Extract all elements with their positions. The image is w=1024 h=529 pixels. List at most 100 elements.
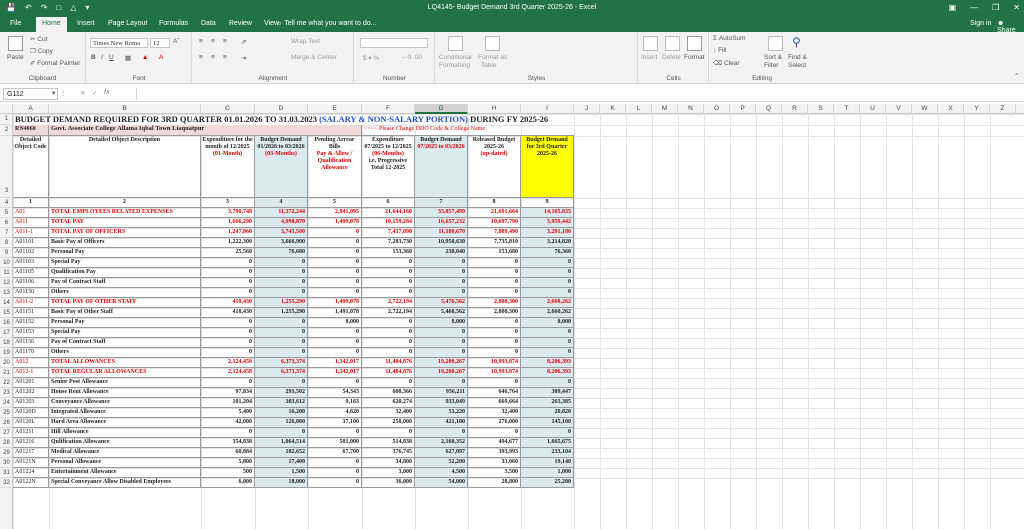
row-value[interactable]: 145,100 (521, 418, 574, 428)
row-value[interactable]: 76,680 (255, 248, 308, 258)
header-object-code[interactable]: Detailed Object Code (13, 136, 49, 198)
column-header-e[interactable]: E (308, 104, 362, 114)
cancel-entry-icon[interactable]: ⋮ (60, 89, 67, 97)
row-value[interactable]: 0 (201, 348, 255, 358)
row-value[interactable]: 10,993,874 (468, 368, 521, 378)
row-value[interactable]: 0 (201, 288, 255, 298)
row-code-a01224[interactable]: A01224 (13, 468, 49, 478)
row-header-11[interactable]: 11 (0, 268, 13, 278)
tab-file[interactable]: File (10, 20, 21, 27)
row-code-a01[interactable]: A01 (13, 208, 49, 218)
row-value[interactable]: 418,430 (201, 298, 255, 308)
column-header-j[interactable]: J (574, 104, 600, 114)
header-budget-demand-3m[interactable]: Budget Demand 01/2026 to 03/2026 (03-Mont… (255, 136, 308, 198)
row-value[interactable]: 18,000 (255, 478, 308, 488)
conditional-formatting-icon[interactable] (448, 36, 463, 51)
row-value[interactable]: 19,140 (521, 458, 574, 468)
row-desc[interactable]: Special Pay (49, 328, 201, 338)
formula-input[interactable] (136, 88, 1016, 100)
row-desc[interactable]: House Rent Allowance (49, 388, 201, 398)
row-value[interactable]: 1,255,290 (255, 298, 308, 308)
row-value[interactable]: 0 (362, 348, 415, 358)
row-value[interactable]: 0 (468, 328, 521, 338)
row-value[interactable]: 1,500 (255, 468, 308, 478)
row-code-a01203[interactable]: A01203 (13, 398, 49, 408)
column-header-r[interactable]: R (782, 104, 808, 114)
row-code-a0122n[interactable]: A0122N (13, 478, 49, 488)
row-value[interactable]: 2,841,095 (308, 208, 362, 218)
bold-icon[interactable]: B (91, 54, 96, 61)
row-value[interactable]: 14,165,835 (521, 208, 574, 218)
delete-cells-button[interactable]: Delete (662, 54, 681, 61)
tab-formulas[interactable]: Formulas (159, 20, 188, 27)
sort-filter-icon[interactable] (768, 36, 783, 51)
row-value[interactable]: 11,180,670 (415, 228, 468, 238)
row-value[interactable]: 67,700 (308, 448, 362, 458)
row-value[interactable]: 0 (308, 348, 362, 358)
grow-font-icon[interactable]: Aˆ (173, 38, 180, 45)
row-value[interactable]: 101,204 (201, 398, 255, 408)
row-value[interactable]: 42,000 (201, 418, 255, 428)
row-value[interactable]: 6,000 (201, 478, 255, 488)
column-header-d[interactable]: D (255, 104, 308, 114)
row-value[interactable]: 0 (255, 268, 308, 278)
wrap-text-button[interactable]: Wrap Text (291, 38, 320, 45)
note-cell[interactable]: <<<< Please Change DDO Code & College Na… (362, 125, 574, 136)
ribbon-display-icon[interactable]: ▣ (949, 3, 957, 12)
paste-icon[interactable] (8, 36, 23, 51)
format-cells-icon[interactable] (687, 36, 702, 51)
row-value[interactable]: 0 (521, 428, 574, 438)
row-value[interactable]: 0 (415, 288, 468, 298)
row-value[interactable]: 0 (201, 378, 255, 388)
row-value[interactable]: 1,342,017 (308, 368, 362, 378)
paste-button[interactable]: Paste (7, 54, 24, 61)
row-value[interactable]: 8,206,393 (521, 368, 574, 378)
column-header-o[interactable]: O (704, 104, 730, 114)
row-value[interactable]: 97,834 (201, 388, 255, 398)
row-code-a01170[interactable]: A01170 (13, 348, 49, 358)
row-desc[interactable]: TOTAL ALLOWANCES (49, 358, 201, 368)
row-code-a011[interactable]: A011 (13, 218, 49, 228)
row-code-a01153[interactable]: A01153 (13, 328, 49, 338)
collapse-ribbon-icon[interactable]: ⌃ (1014, 72, 1019, 80)
header-released-budget[interactable]: Released Budget 2025-26 (up-dated) (468, 136, 521, 198)
row-header-24[interactable]: 24 (0, 398, 13, 408)
currency-icon[interactable]: $ ▾ % (363, 54, 379, 62)
close-icon[interactable]: ✕ (1013, 3, 1020, 12)
row-value[interactable]: 0 (521, 338, 574, 348)
align-left-icon[interactable]: ≡ (199, 54, 203, 61)
row-code-a01106[interactable]: A01106 (13, 278, 49, 288)
row-value[interactable]: 393,993 (468, 448, 521, 458)
row-value[interactable]: 1,342,017 (308, 358, 362, 368)
column-header-k[interactable]: K (600, 104, 626, 114)
row-value[interactable]: 2,160,352 (415, 438, 468, 448)
row-code-a01151[interactable]: A01151 (13, 308, 49, 318)
row-value[interactable]: 500 (201, 468, 255, 478)
row-value[interactable]: 2,808,300 (468, 298, 521, 308)
row-value[interactable]: 2,124,458 (201, 368, 255, 378)
column-header-f[interactable]: F (362, 104, 415, 114)
row-value[interactable]: 10,159,284 (362, 218, 415, 228)
row-value[interactable]: 0 (362, 338, 415, 348)
row-value[interactable]: 0 (201, 338, 255, 348)
sheet-title[interactable]: BUDGET DEMAND REQUIRED FOR 3RD QUARTER 0… (13, 114, 574, 125)
row-value[interactable]: 8,000 (521, 318, 574, 328)
row-value[interactable]: 0 (201, 428, 255, 438)
row-value[interactable]: 0 (255, 348, 308, 358)
row-value[interactable]: 0 (362, 268, 415, 278)
row-value[interactable]: 0 (201, 318, 255, 328)
row-value[interactable]: 54,343 (308, 388, 362, 398)
row-value[interactable]: 303,612 (255, 398, 308, 408)
row-value[interactable]: 1,665,675 (521, 438, 574, 448)
sign-in-link[interactable]: Sign in (970, 20, 991, 27)
row-value[interactable]: 0 (255, 378, 308, 388)
merge-center-button[interactable]: Merge & Center (291, 54, 337, 61)
row-desc[interactable]: Personal Pay (49, 318, 201, 328)
row-header-25[interactable]: 25 (0, 408, 13, 418)
column-number-3[interactable]: 3 (201, 198, 255, 208)
row-value[interactable]: 2,722,194 (362, 308, 415, 318)
fill-button[interactable]: ↓ Fill (713, 47, 726, 54)
format-as-table-button[interactable]: Format as (478, 54, 507, 61)
row-value[interactable]: 10,993,874 (468, 358, 521, 368)
tell-me-box[interactable]: ☼ Tell me what you want to do... (276, 20, 376, 27)
